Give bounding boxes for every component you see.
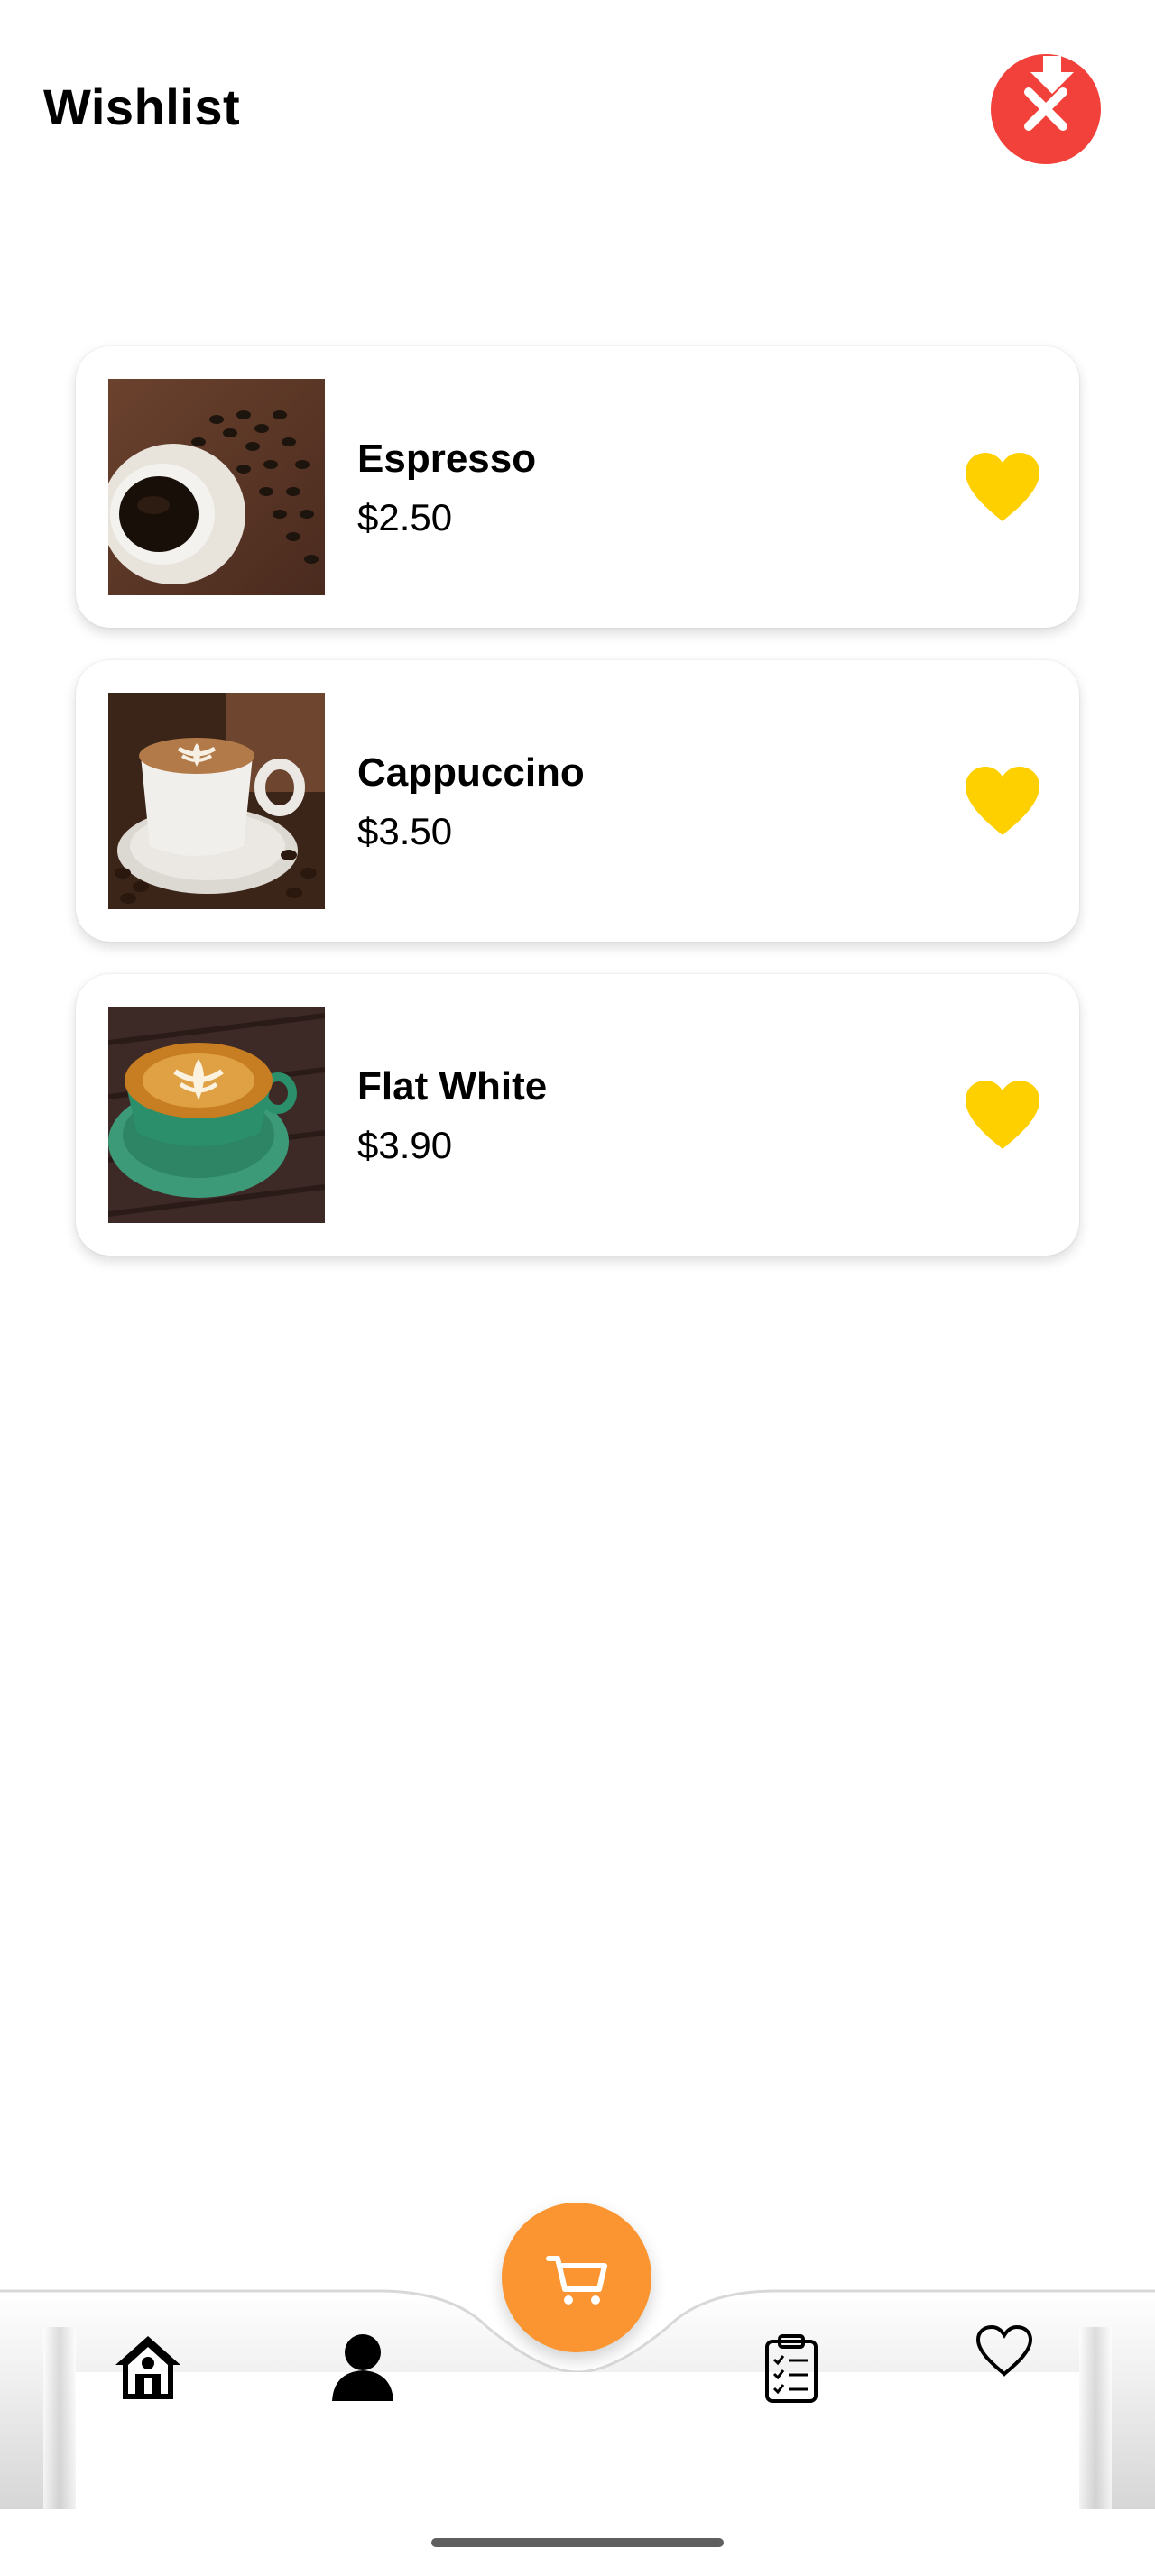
cart-button[interactable] xyxy=(502,2203,651,2352)
flat-white-photo xyxy=(108,1007,325,1223)
nav-heart-outline-icon[interactable] xyxy=(975,2323,1034,2378)
espresso-photo xyxy=(108,379,325,595)
page-title: Wishlist xyxy=(43,78,241,135)
wishlist: Espresso $2.50 Cappuccino $3.50 Flat Whi… xyxy=(76,346,1079,1288)
clear-wishlist-button[interactable] xyxy=(991,54,1101,164)
favorite-heart-icon[interactable] xyxy=(962,765,1043,837)
item-price: $2.50 xyxy=(357,496,453,538)
item-name: Cappuccino xyxy=(357,750,585,795)
wishlist-item[interactable]: Espresso $2.50 xyxy=(76,346,1079,628)
cappuccino-photo xyxy=(108,693,325,909)
home-indicator xyxy=(431,2538,724,2547)
item-name: Flat White xyxy=(357,1064,548,1109)
header: Wishlist xyxy=(0,0,1155,216)
item-name: Espresso xyxy=(357,437,537,481)
favorite-heart-icon[interactable] xyxy=(962,1079,1043,1151)
item-price: $3.50 xyxy=(357,810,453,852)
cart-icon xyxy=(546,2256,607,2305)
nav-home-icon[interactable] xyxy=(114,2332,182,2401)
favorite-heart-icon[interactable] xyxy=(962,451,1043,523)
close-icon xyxy=(1024,56,1074,131)
item-price: $3.90 xyxy=(357,1124,453,1166)
nav-profile-icon[interactable] xyxy=(330,2332,395,2401)
wishlist-item[interactable]: Flat White $3.90 xyxy=(76,974,1079,1256)
nav-orders-clipboard-icon[interactable] xyxy=(763,2332,819,2405)
wishlist-item[interactable]: Cappuccino $3.50 xyxy=(76,660,1079,942)
